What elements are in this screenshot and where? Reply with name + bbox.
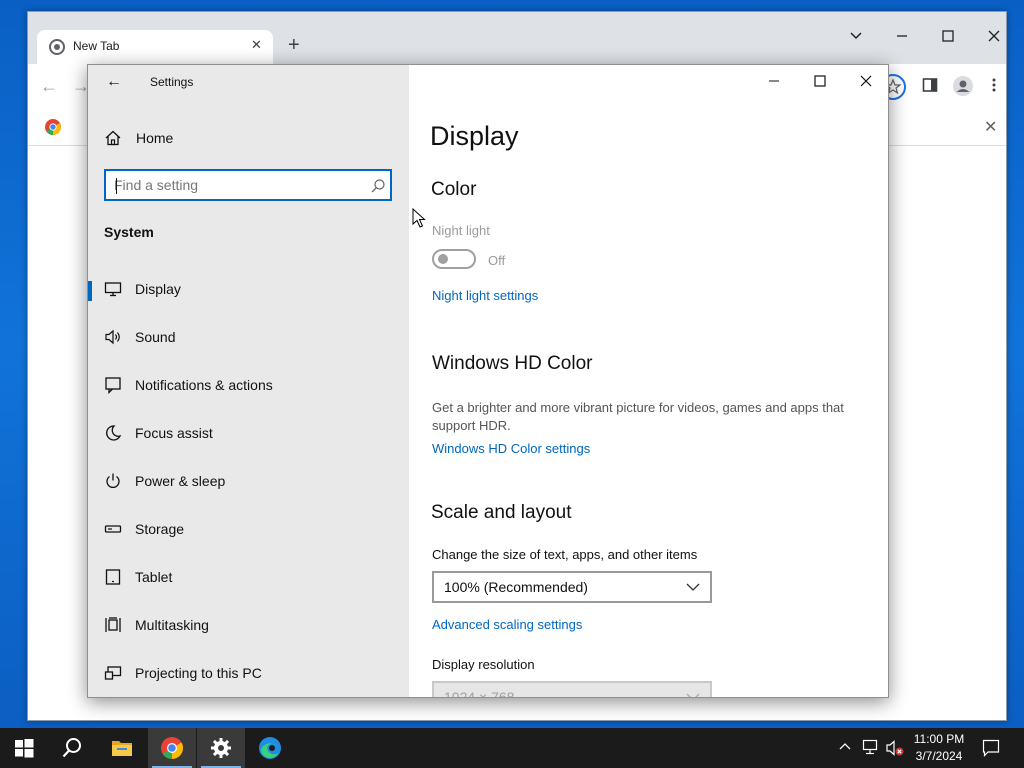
network-icon[interactable] (862, 739, 880, 755)
clock-time[interactable]: 11:00 PM (908, 732, 970, 746)
search-input[interactable] (114, 176, 354, 194)
night-light-toggle[interactable] (432, 249, 476, 269)
chevron-down-icon (686, 693, 700, 697)
nav-item-power-sleep[interactable]: Power & sleep (88, 460, 409, 504)
multitasking-icon (105, 617, 121, 632)
nav-item-notifications[interactable]: Notifications & actions (88, 364, 409, 408)
moon-icon (106, 425, 122, 441)
clock-date[interactable]: 3/7/2024 (908, 749, 970, 763)
scale-label: Change the size of text, apps, and other… (432, 547, 698, 562)
action-center-icon (982, 739, 1000, 757)
chrome-maximize-icon[interactable] (938, 26, 958, 46)
resolution-label: Display resolution (432, 657, 535, 672)
home-icon (105, 130, 121, 146)
monitor-icon (104, 282, 122, 297)
nav-item-label: Power & sleep (135, 473, 226, 489)
scale-heading: Scale and layout (431, 502, 572, 523)
projecting-icon (104, 666, 122, 680)
tray-chevron-up-icon[interactable] (838, 740, 852, 754)
taskbar-file-explorer[interactable] (98, 728, 146, 768)
resolution-value: 1024 × 768 (444, 689, 515, 698)
hdr-heading: Windows HD Color (432, 353, 593, 374)
close-icon[interactable] (858, 73, 874, 89)
search-icon[interactable] (370, 178, 386, 194)
speaker-icon (105, 329, 120, 345)
start-icon (15, 739, 34, 758)
edge-icon (259, 737, 281, 759)
chrome-menu-icon[interactable] (990, 77, 998, 93)
start-button[interactable] (0, 728, 48, 768)
taskbar-settings[interactable] (197, 728, 245, 768)
hdr-settings-link[interactable]: Windows HD Color settings (432, 441, 590, 456)
night-light-state: Off (488, 253, 506, 268)
tablet-icon (105, 569, 121, 585)
taskbar-edge[interactable] (246, 728, 294, 768)
toggle-knob (438, 254, 448, 264)
settings-window: ← Settings Home System (87, 64, 889, 698)
nav-item-label: Tablet (135, 569, 173, 585)
settings-sidebar: ← Settings Home System (88, 65, 409, 697)
scale-value: 100% (Recommended) (444, 579, 588, 595)
taskbar-chrome[interactable] (148, 728, 196, 768)
chrome-icon (161, 737, 183, 759)
back-arrow-icon[interactable]: ← (106, 73, 122, 91)
nav-item-label: Focus assist (135, 425, 213, 441)
nav-item-display[interactable]: Display (88, 268, 409, 312)
home-label: Home (136, 130, 174, 146)
taskbar: 11:00 PM 3/7/2024 (0, 728, 1024, 768)
new-tab-button[interactable]: + (288, 34, 300, 57)
chrome-minimize-icon[interactable] (892, 26, 912, 46)
minimize-icon[interactable] (766, 73, 782, 89)
notification-icon (105, 377, 121, 394)
settings-gear-icon (211, 738, 231, 758)
search-box[interactable] (104, 169, 392, 201)
profile-avatar-icon[interactable] (952, 75, 974, 97)
chevron-down-icon (686, 583, 700, 591)
storage-icon (104, 525, 122, 533)
nav-item-label: Display (135, 281, 181, 297)
selection-indicator (88, 281, 92, 301)
chrome-tab-strip: New Tab ✕ + (28, 12, 1006, 64)
nav-item-label: Projecting to this PC (135, 665, 262, 681)
search-icon (62, 738, 81, 758)
taskbar-search-button[interactable] (48, 728, 96, 768)
browser-back-icon[interactable]: ← (40, 76, 58, 97)
page-title: Display (430, 121, 519, 151)
nav-item-focus-assist[interactable]: Focus assist (88, 412, 409, 456)
nav-item-label: Notifications & actions (135, 377, 273, 393)
tab-search-chevron-icon[interactable] (846, 26, 866, 46)
chrome-favicon-icon (49, 39, 65, 55)
hdr-description: Get a brighter and more vibrant picture … (432, 400, 844, 433)
side-panel-icon[interactable] (922, 77, 938, 93)
power-icon (106, 473, 120, 488)
nav-item-storage[interactable]: Storage (88, 508, 409, 552)
scale-dropdown[interactable]: 100% (Recommended) (432, 571, 712, 603)
chrome-logo-icon (45, 119, 61, 135)
nav-item-label: Sound (135, 329, 176, 345)
maximize-icon[interactable] (812, 73, 828, 89)
tab-title: New Tab (73, 39, 120, 53)
volume-muted-icon[interactable] (886, 739, 904, 757)
night-light-settings-link[interactable]: Night light settings (432, 288, 538, 303)
action-center-button[interactable] (974, 728, 1010, 768)
text-caret (116, 178, 117, 194)
chrome-tab-new-tab[interactable]: New Tab ✕ (37, 30, 273, 64)
nav-item-sound[interactable]: Sound (88, 316, 409, 360)
info-bar-close-icon[interactable]: ✕ (984, 117, 997, 137)
file-explorer-icon (112, 741, 132, 756)
nav-item-multitasking[interactable]: Multitasking (88, 604, 409, 648)
nav-item-projecting[interactable]: Projecting to this PC (88, 652, 409, 696)
color-heading: Color (431, 179, 477, 200)
nav-item-label: Storage (135, 521, 185, 537)
resolution-dropdown[interactable]: 1024 × 768 (432, 681, 712, 698)
nav-item-label: Multitasking (135, 617, 209, 633)
nav-item-tablet[interactable]: Tablet (88, 556, 409, 600)
app-title: Settings (150, 75, 194, 89)
section-label: System (104, 224, 154, 240)
advanced-scaling-link[interactable]: Advanced scaling settings (432, 617, 582, 632)
tab-close-icon[interactable]: ✕ (251, 37, 262, 53)
chrome-close-icon[interactable] (984, 26, 1004, 46)
mouse-cursor-icon (412, 208, 426, 228)
night-light-label: Night light (432, 223, 490, 238)
